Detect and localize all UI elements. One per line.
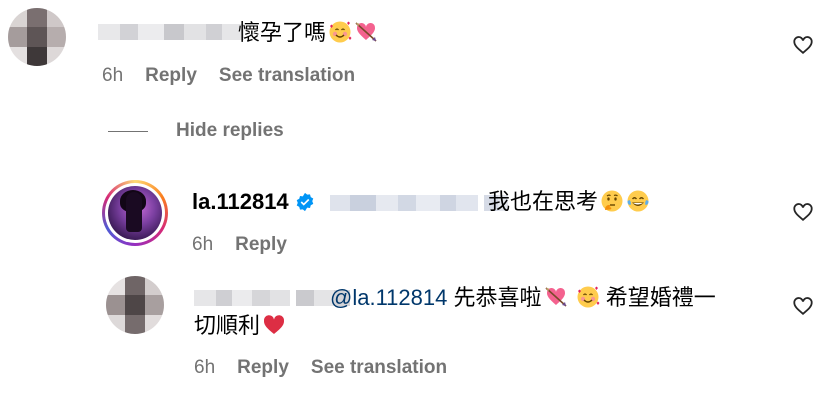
reply-body-continued: 切順利 xyxy=(194,311,286,341)
blurred-mention[interactable] xyxy=(330,195,508,211)
red-heart-icon xyxy=(262,313,286,337)
reply-button[interactable]: Reply xyxy=(145,65,197,87)
blurred-username[interactable] xyxy=(98,24,244,40)
blurred-username[interactable] xyxy=(194,290,350,306)
like-reply-heart-icon[interactable] xyxy=(792,201,814,223)
reply-meta: 6h Reply xyxy=(192,234,309,256)
timestamp: 6h xyxy=(102,65,124,86)
avatar[interactable] xyxy=(106,276,164,334)
reply-body: 我也在思考 xyxy=(488,187,650,217)
like-comment-heart-icon[interactable] xyxy=(792,34,814,56)
divider-line xyxy=(108,130,148,132)
hide-replies-button[interactable]: Hide replies xyxy=(108,120,284,142)
thinking-face-icon xyxy=(600,189,624,213)
comment-meta: 6h Reply See translation xyxy=(102,65,355,87)
reply-body: @la.112814 先恭喜啦 希望婚禮一 xyxy=(330,285,716,310)
comment-text: 懷孕了嗎 xyxy=(238,18,378,48)
verified-badge-icon xyxy=(295,190,315,212)
see-translation-button[interactable]: See translation xyxy=(219,65,355,87)
heart-with-arrow-icon xyxy=(354,20,378,44)
reply-meta: 6h Reply See translation xyxy=(194,357,447,379)
timestamp: 6h xyxy=(194,357,216,378)
face-with-tears-of-joy-icon xyxy=(626,189,650,213)
avatar-with-story-ring[interactable] xyxy=(102,180,168,246)
see-translation-button[interactable]: See translation xyxy=(311,357,447,379)
smiling-face-with-hearts-icon xyxy=(576,285,600,309)
profile-picture xyxy=(108,186,162,240)
reply-button[interactable]: Reply xyxy=(237,357,289,379)
mention-link[interactable]: @la.112814 xyxy=(330,285,447,310)
smiling-face-with-hearts-icon xyxy=(328,20,352,44)
reply-button[interactable]: Reply xyxy=(235,234,287,256)
like-reply-heart-icon[interactable] xyxy=(792,295,814,317)
reply-username[interactable]: la.112814 xyxy=(192,189,289,214)
timestamp: 6h xyxy=(192,234,214,255)
heart-with-arrow-icon xyxy=(544,285,568,309)
avatar[interactable] xyxy=(8,8,66,66)
reply-text: la.112814 xyxy=(192,187,315,217)
